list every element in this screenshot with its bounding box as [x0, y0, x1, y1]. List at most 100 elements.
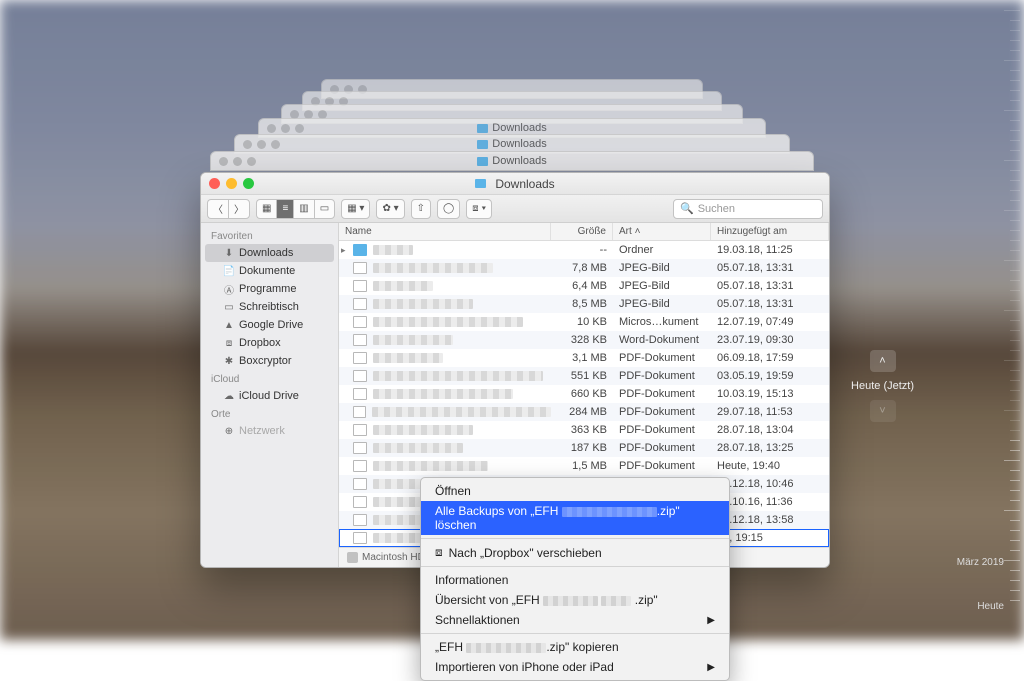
ctx-delete-backups[interactable]: Alle Backups von „EFH .zip" löschen — [421, 501, 729, 535]
file-icon — [353, 514, 367, 526]
timeline-label: Heute — [977, 601, 1004, 612]
context-menu: Öffnen Alle Backups von „EFH .zip" lösch… — [420, 477, 730, 681]
ctx-import[interactable]: Importieren von iPhone oder iPad▶ — [421, 657, 729, 677]
view-list-button[interactable]: ≡ — [276, 199, 293, 219]
search-input[interactable]: 🔍 Suchen — [673, 199, 823, 219]
cell-kind: PDF-Dokument — [613, 406, 711, 418]
sidebar-item-icloud[interactable]: ☁iCloud Drive — [201, 387, 338, 405]
cloud-icon: ☁ — [223, 390, 235, 402]
view-column-button[interactable]: ▥ — [293, 199, 313, 219]
table-row[interactable]: 3,1 MBPDF-Dokument06.09.18, 17:59 — [339, 349, 829, 367]
sidebar-item-boxcryptor[interactable]: ✱Boxcryptor — [201, 352, 338, 370]
sidebar-item-documents[interactable]: 📄Dokumente — [201, 262, 338, 280]
table-row[interactable]: 363 KBPDF-Dokument28.07.18, 13:04 — [339, 421, 829, 439]
col-kind[interactable]: Art ˄ — [613, 223, 711, 240]
col-name[interactable]: Name — [339, 223, 551, 240]
action-button[interactable]: ✿ ▾ — [376, 199, 404, 219]
forward-button[interactable]: 〉 — [228, 199, 250, 219]
file-icon — [353, 406, 366, 418]
col-date[interactable]: Hinzugefügt am — [711, 223, 829, 240]
ctx-copy[interactable]: „EFH .zip" kopieren — [421, 637, 729, 657]
file-icon — [353, 388, 367, 400]
cell-kind: Ordner — [613, 244, 711, 256]
table-row[interactable]: 7,8 MBJPEG-Bild05.07.18, 13:31 — [339, 259, 829, 277]
table-row[interactable]: 1,5 MBPDF-DokumentHeute, 19:40 — [339, 457, 829, 475]
sidebar-header-locations: Orte — [201, 405, 338, 422]
table-row[interactable]: 284 MBPDF-Dokument29.07.18, 11:53 — [339, 403, 829, 421]
sidebar-item-googledrive[interactable]: ▲Google Drive — [201, 316, 338, 334]
sidebar-item-dropbox[interactable]: ⧈Dropbox — [201, 334, 338, 352]
table-row[interactable]: 8,5 MBJPEG-Bild05.07.18, 13:31 — [339, 295, 829, 313]
filename-blurred — [373, 479, 423, 489]
sidebar-item-network[interactable]: ⊕Netzwerk — [201, 422, 338, 440]
file-icon — [353, 298, 367, 310]
table-row[interactable]: 551 KBPDF-Dokument03.05.19, 19:59 — [339, 367, 829, 385]
folder-icon — [353, 244, 367, 256]
titlebar[interactable]: Downloads — [201, 173, 829, 195]
arrange-button[interactable]: ▦ ▾ — [341, 199, 370, 219]
ctx-move-dropbox[interactable]: ⧈Nach „Dropbox" verschieben — [421, 542, 729, 563]
close-icon[interactable] — [209, 178, 220, 189]
sidebar-item-downloads[interactable]: ⬇Downloads — [205, 244, 334, 262]
toolbar: 〈 〉 ▦ ≡ ▥ ▭ ▦ ▾ ✿ ▾ ⇧ ◯ ⧈ ▾ 🔍 Suchen — [201, 195, 829, 223]
cell-date: Heute, 19:40 — [711, 460, 829, 472]
ctx-overview[interactable]: Übersicht von „EFH .zip" — [421, 590, 729, 610]
view-icon-button[interactable]: ▦ — [256, 199, 276, 219]
table-row[interactable]: 660 KBPDF-Dokument10.03.19, 15:13 — [339, 385, 829, 403]
cell-kind: PDF-Dokument — [613, 388, 711, 400]
time-back-button[interactable]: ˄ — [870, 350, 896, 372]
table-row[interactable]: 328 KBWord-Dokument23.07.19, 09:30 — [339, 331, 829, 349]
cell-date: 03.05.19, 19:59 — [711, 370, 829, 382]
filename-blurred — [373, 299, 473, 309]
cell-size: 8,5 MB — [551, 298, 613, 310]
table-row[interactable]: 10 KBMicros…kument12.07.19, 07:49 — [339, 313, 829, 331]
file-icon — [353, 424, 367, 436]
tags-button[interactable]: ◯ — [437, 199, 460, 219]
chevron-right-icon: ▶ — [707, 662, 715, 673]
minimize-icon[interactable] — [226, 178, 237, 189]
view-gallery-button[interactable]: ▭ — [314, 199, 335, 219]
filename-blurred — [373, 353, 443, 363]
filename-blurred — [373, 281, 433, 291]
cell-size: 551 KB — [551, 370, 613, 382]
filename-blurred — [373, 425, 473, 435]
applications-icon: Ⓐ — [223, 283, 235, 295]
ctx-quick-actions[interactable]: Schnellaktionen▶ — [421, 610, 729, 630]
time-forward-button[interactable]: ˅ — [870, 400, 896, 422]
file-icon — [353, 532, 367, 544]
cell-size: 10 KB — [551, 316, 613, 328]
file-icon — [353, 442, 367, 454]
column-headers[interactable]: Name Größe Art ˄ Hinzugefügt am — [339, 223, 829, 241]
ctx-info[interactable]: Informationen — [421, 570, 729, 590]
time-navigation: ˄ Heute (Jetzt) ˅ — [851, 350, 914, 422]
timeline-ticks[interactable]: März 2019 Heute — [990, 6, 1020, 634]
table-row[interactable]: 187 KBPDF-Dokument28.07.18, 13:25 — [339, 439, 829, 457]
cell-date: 10.03.19, 15:13 — [711, 388, 829, 400]
window-title: Downloads — [495, 177, 554, 191]
separator — [421, 633, 729, 634]
filename-blurred — [372, 407, 551, 417]
cell-date: 19.03.18, 11:25 — [711, 244, 829, 256]
back-button[interactable]: 〈 — [207, 199, 228, 219]
separator — [421, 538, 729, 539]
dropbox-icon: ⧈ — [435, 545, 443, 560]
dropbox-button[interactable]: ⧈ ▾ — [466, 199, 492, 219]
zoom-icon[interactable] — [243, 178, 254, 189]
share-button[interactable]: ⇧ — [411, 199, 431, 219]
cell-size: 1,5 MB — [551, 460, 613, 472]
documents-icon: 📄 — [223, 265, 235, 277]
sidebar-item-applications[interactable]: ⒶProgramme — [201, 280, 338, 298]
cell-size: 284 MB — [551, 406, 613, 418]
cell-date: 12.07.19, 07:49 — [711, 316, 829, 328]
downloads-icon: ⬇ — [223, 247, 235, 259]
sidebar-item-desktop[interactable]: ▭Schreibtisch — [201, 298, 338, 316]
table-row[interactable]: 6,4 MBJPEG-Bild05.07.18, 13:31 — [339, 277, 829, 295]
separator — [421, 566, 729, 567]
table-row[interactable]: ▸--Ordner19.03.18, 11:25 — [339, 241, 829, 259]
ctx-open[interactable]: Öffnen — [421, 481, 729, 501]
cell-kind: PDF-Dokument — [613, 352, 711, 364]
cell-size: 6,4 MB — [551, 280, 613, 292]
snapshot-window[interactable]: Downloads — [210, 151, 814, 171]
col-size[interactable]: Größe — [551, 223, 613, 240]
cell-kind: Micros…kument — [613, 316, 711, 328]
